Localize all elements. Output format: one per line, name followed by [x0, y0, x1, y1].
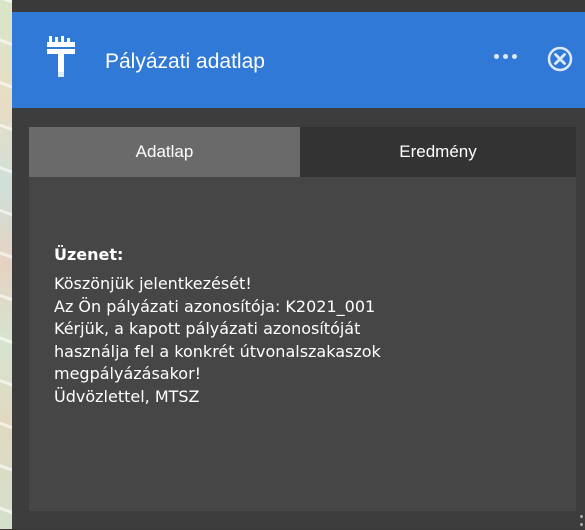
- message-line: megpályázásakor!: [54, 364, 202, 383]
- tab-bar: Adatlap Eredmény: [29, 127, 576, 177]
- message-line: Az Ön pályázati azonosítója: K2021_001: [54, 296, 376, 316]
- message-line: Köszönjük jelentkezését!: [54, 274, 252, 293]
- tab-adatlap[interactable]: Adatlap: [29, 127, 300, 177]
- map-background-strip: [0, 0, 12, 529]
- tab-eredmeny[interactable]: Eredmény: [300, 127, 576, 177]
- resize-handle-icon[interactable]: [578, 512, 584, 530]
- widget-panel: Pályázati adatlap Adatlap Eredmény Üzene…: [12, 12, 585, 529]
- message-line: Üdvözlettel, MTSZ: [54, 386, 200, 406]
- panel-title: Pályázati adatlap: [105, 50, 265, 73]
- more-horizontal-icon[interactable]: [494, 54, 518, 62]
- panel-content: Adatlap Eredmény Üzenet: Köszönjük jelen…: [29, 127, 576, 511]
- result-message: Üzenet: Köszönjük jelentkezését! Az Ön p…: [54, 244, 554, 408]
- message-label: Üzenet:: [54, 245, 124, 264]
- panel-header: Pályázati adatlap: [12, 12, 585, 108]
- message-line: Kérjük, a kapott pályázati azonosítóját: [54, 319, 361, 338]
- message-line: használja fel a konkrét útvonalszakaszok: [54, 341, 381, 361]
- paint-brush-icon: [47, 36, 75, 77]
- close-circle-icon[interactable]: [547, 46, 573, 72]
